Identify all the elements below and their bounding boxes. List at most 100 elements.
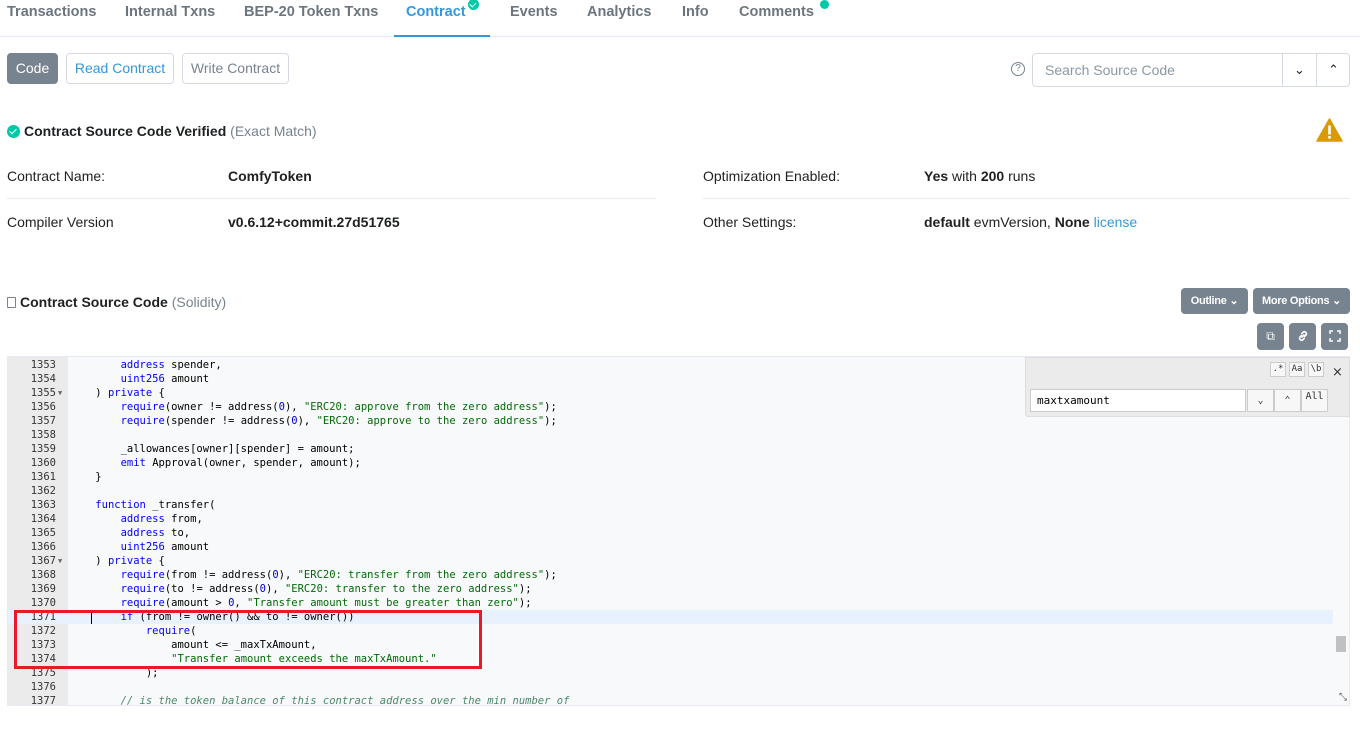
code-line: 1363 function _transfer(: [8, 498, 1333, 512]
tab-bep20-token-txns[interactable]: BEP-20 Token Txns: [244, 0, 378, 37]
code-line: 1362: [8, 484, 1333, 498]
license-none: None: [1054, 214, 1090, 230]
line-number: 1353: [30, 359, 56, 371]
tab-transactions[interactable]: Transactions: [7, 0, 96, 37]
outline-dropdown-button[interactable]: Outline ⌄: [1181, 288, 1248, 314]
line-number: 1360: [30, 457, 56, 469]
code-line: 1365 address to,: [8, 526, 1333, 540]
more-options-label: More Options: [1262, 295, 1330, 307]
find-widget: .* Aa \b × maxtxamount ⌄ ⌃ All: [1025, 357, 1350, 417]
resize-handle-icon[interactable]: ⤡: [1339, 692, 1347, 703]
regex-toggle[interactable]: .*: [1270, 362, 1286, 377]
other-settings-label: Other Settings:: [703, 214, 797, 230]
optimization-with: with: [952, 168, 977, 184]
find-all-button[interactable]: All: [1301, 389, 1328, 412]
read-contract-button[interactable]: Read Contract: [66, 53, 174, 84]
line-number: 1367: [30, 555, 56, 567]
copy-source-button[interactable]: ⧉: [1257, 323, 1284, 350]
code-text: function _transfer(: [95, 499, 216, 511]
tab-label: Internal Txns: [125, 4, 216, 20]
find-next-button[interactable]: ⌄: [1247, 389, 1274, 412]
copy-icon: ⧉: [1266, 329, 1275, 343]
code-line: 1367 ▼ ) private {: [8, 554, 1333, 568]
line-number: 1377: [30, 695, 56, 706]
code-line: 1360 emit Approval(owner, spender, amoun…: [8, 456, 1333, 470]
line-number: 1369: [30, 583, 56, 595]
tab-internal-txns[interactable]: Internal Txns: [125, 0, 215, 37]
contract-name-label: Contract Name:: [7, 168, 106, 184]
code-line: 1358: [8, 428, 1333, 442]
line-number: 1357: [30, 415, 56, 427]
code-text: emit Approval(owner, spender, amount);: [120, 457, 361, 469]
code-text: ) private {: [70, 387, 165, 399]
search-prev-button[interactable]: ⌃: [1316, 54, 1350, 86]
fold-arrow-icon[interactable]: ▼: [58, 386, 62, 400]
line-number: 1356: [30, 401, 56, 413]
code-text: // is the token balance of this contract…: [120, 695, 570, 706]
code-text: }: [70, 471, 102, 483]
compiler-version-label: Compiler Version: [7, 214, 114, 230]
code-text: require(owner != address(0), "ERC20: app…: [120, 401, 557, 413]
chevron-down-icon: ⌄: [1229, 295, 1239, 307]
highlight-annotation: [14, 610, 482, 669]
verified-check-icon: [467, 0, 479, 10]
evm-default: default: [924, 214, 970, 230]
chevron-up-icon: ⌃: [1284, 395, 1291, 406]
tab-events[interactable]: Events: [510, 0, 558, 37]
license-link[interactable]: license: [1094, 214, 1138, 230]
line-number: 1363: [30, 499, 56, 511]
line-number: 1355: [30, 387, 56, 399]
line-number: 1376: [30, 681, 56, 693]
optimization-value: Yes with 200 runs: [924, 168, 1035, 184]
tab-info[interactable]: Info: [682, 0, 709, 37]
source-title-text: Contract Source Code: [20, 294, 168, 310]
find-input[interactable]: maxtxamount: [1030, 389, 1246, 412]
link-icon: [1297, 329, 1309, 343]
line-number: 1366: [30, 541, 56, 553]
help-icon[interactable]: ?: [1011, 62, 1025, 76]
fold-arrow-icon[interactable]: ▼: [58, 554, 62, 568]
line-number: 1361: [30, 471, 56, 483]
tab-label: Transactions: [7, 4, 97, 20]
compiler-version-value: v0.6.12+commit.27d51765: [228, 214, 400, 230]
case-sensitive-toggle[interactable]: Aa: [1289, 362, 1305, 377]
search-source-input[interactable]: [1033, 54, 1282, 86]
code-text: uint256 amount: [120, 541, 210, 553]
divider: [7, 198, 656, 199]
check-circle-icon: [7, 125, 20, 138]
more-options-dropdown-button[interactable]: More Options ⌄: [1253, 288, 1350, 314]
code-line: 1366 uint256 amount: [8, 540, 1333, 554]
code-line: 1376: [8, 680, 1333, 694]
verified-header: Contract Source Code Verified (Exact Mat…: [7, 123, 317, 139]
line-number: 1364: [30, 513, 56, 525]
other-settings-value: default evmVersion, None license: [924, 214, 1137, 230]
line-number: 1368: [30, 569, 56, 581]
tab-contract[interactable]: Contract: [394, 0, 490, 37]
optimization-yes: Yes: [924, 168, 949, 184]
warning-icon[interactable]: [1316, 118, 1343, 142]
line-number: 1370: [30, 597, 56, 609]
chevron-down-icon: ⌄: [1294, 62, 1305, 77]
new-indicator-dot-icon: [819, 0, 829, 9]
tab-label: Events: [510, 4, 558, 20]
line-number: 1359: [30, 443, 56, 455]
fullscreen-button[interactable]: [1321, 323, 1348, 350]
line-number: 1365: [30, 527, 56, 539]
tab-comments[interactable]: Comments: [739, 0, 829, 37]
tab-analytics[interactable]: Analytics: [587, 0, 651, 37]
file-code-icon: [7, 297, 16, 308]
find-prev-button[interactable]: ⌃: [1274, 389, 1301, 412]
scrollbar-thumb[interactable]: [1336, 636, 1346, 652]
fullscreen-icon: [1328, 329, 1341, 343]
optimization-runs-label: runs: [1008, 168, 1036, 184]
write-contract-button[interactable]: Write Contract: [182, 53, 289, 84]
source-link-button[interactable]: [1289, 323, 1316, 350]
close-icon[interactable]: ×: [1332, 365, 1343, 380]
whole-word-toggle[interactable]: \b: [1308, 362, 1324, 377]
search-next-button[interactable]: ⌄: [1282, 54, 1316, 86]
code-button[interactable]: Code: [7, 53, 58, 84]
chevron-down-icon: ⌄: [1332, 295, 1341, 307]
source-language: (Solidity): [171, 294, 227, 310]
code-line: 1370 require(amount > 0, "Transfer amoun…: [8, 596, 1333, 610]
search-source-box: ⌄ ⌃: [1032, 53, 1350, 87]
